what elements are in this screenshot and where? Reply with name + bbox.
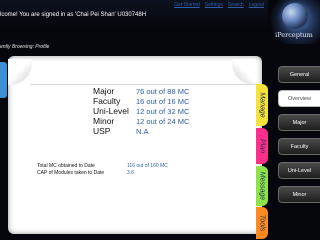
left-panel-tab[interactable] [0, 62, 7, 98]
mc-row-minor: Minor 12 out of 24 MC [93, 116, 189, 126]
logout-link[interactable]: Logout [249, 2, 264, 8]
total-label: Total MC obtained to Date [37, 162, 95, 169]
cap-label: CAP of Modules taken to Date [37, 169, 105, 176]
mc-label: Uni-Level [93, 106, 129, 116]
logo-text: iPerceptum [275, 31, 313, 39]
welcome-message: lcome! You are signed in as 'Chai Pei Sh… [0, 12, 147, 18]
mc-summary-table: Major 76 out of 88 MC Faculty 16 out of … [93, 86, 189, 136]
tab-tools[interactable]: Tools [256, 207, 268, 239]
search-link[interactable]: Search [228, 2, 244, 8]
mc-row-major: Major 76 out of 88 MC [93, 86, 189, 96]
total-mc-row: Total MC obtained to Date 116 out of 160… [37, 162, 168, 169]
mc-label: Faculty [93, 96, 121, 106]
tab-tools-label: Tools [258, 214, 266, 232]
logo: iPerceptum [268, 0, 320, 44]
mc-value: 12 out of 32 MC [136, 106, 190, 116]
get-started-link[interactable]: Get Started [174, 2, 200, 8]
mc-label: Minor [93, 116, 115, 126]
totals-table: Total MC obtained to Date 116 out of 160… [37, 162, 168, 176]
mc-row-faculty: Faculty 16 out of 16 MC [93, 96, 189, 106]
browsing-status: ently Browsing: Profile [0, 44, 50, 50]
nav-uni-level-button[interactable]: Uni-Level [278, 162, 320, 179]
nav-major-button[interactable]: Major [278, 114, 320, 131]
globe-icon [282, 3, 308, 29]
tab-plan-label: Plan [258, 138, 266, 154]
nav-overview-button[interactable]: Overview [278, 90, 320, 107]
mc-value: 16 out of 16 MC [136, 96, 190, 106]
tab-message[interactable]: Message [256, 166, 268, 206]
cap-value: 3.6 [127, 169, 134, 176]
settings-link[interactable]: Settings [205, 2, 223, 8]
tab-manage-label: Manage [258, 92, 266, 118]
tab-manage[interactable]: Manage [256, 84, 268, 126]
total-value: 116 out of 160 MC [127, 162, 168, 169]
nav-minor-button[interactable]: Minor [278, 186, 320, 203]
mc-label: USP [93, 126, 111, 136]
page-fold [30, 60, 260, 85]
mc-value: 12 out of 24 MC [136, 116, 190, 126]
mc-label: Major [93, 86, 115, 96]
mc-value: N.A [136, 126, 149, 136]
tab-message-label: Message [258, 171, 266, 201]
mc-value: 76 out of 88 MC [136, 86, 190, 96]
mc-row-uni-level: Uni-Level 12 out of 32 MC [93, 106, 189, 116]
nav-faculty-button[interactable]: Faculty [278, 138, 320, 155]
tab-plan[interactable]: Plan [256, 128, 268, 164]
mc-row-usp: USP N.A [93, 126, 189, 136]
cap-row: CAP of Modules taken to Date 3.6 [37, 169, 168, 176]
top-links: Get Started Settings Search Logout [174, 2, 264, 8]
nav-general-button[interactable]: General [278, 66, 320, 83]
